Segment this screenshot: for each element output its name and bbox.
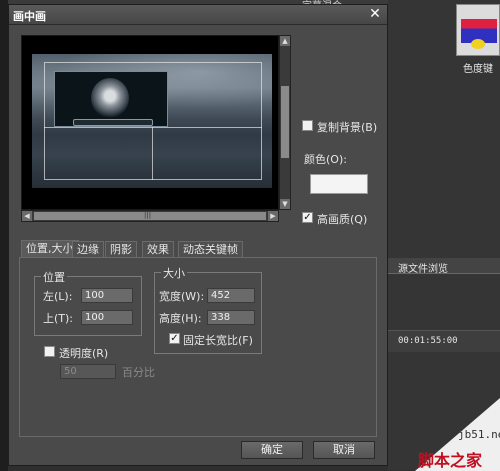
chroma-key-thumbnail[interactable] (456, 4, 500, 56)
tab-position-size[interactable]: 位置,大小 (21, 240, 79, 257)
high-quality-label: 高画质(Q) (317, 213, 368, 226)
background-left-edge (0, 0, 8, 471)
tab-label: 阴影 (110, 243, 132, 256)
pip-dialog: 画中画 ✕ ▲ ▼ ◀ ||| ▶ 复制背景(B) 颜色(O): ✓ 高画质(Q… (8, 4, 388, 466)
horizontal-guide-line (44, 127, 262, 128)
scroll-left-icon[interactable]: ◀ (22, 211, 32, 221)
height-input[interactable]: 338 (207, 310, 255, 325)
tab-label: 效果 (147, 243, 169, 256)
chroma-key-thumbnail-image (461, 19, 497, 49)
tab-panel: 位置 左(L): 100 上(T): 100 大小 宽度(W): 452 高度(… (19, 257, 377, 437)
transparency-label: 透明度(R) (59, 347, 109, 360)
copy-background-checkbox[interactable] (302, 120, 313, 131)
horizontal-scroll-thumb[interactable]: ||| (34, 211, 266, 220)
ok-button[interactable]: 确定 (241, 441, 303, 459)
cancel-button[interactable]: 取消 (313, 441, 375, 459)
tab-label: 动态关键帧 (183, 243, 238, 256)
width-label: 宽度(W): (159, 290, 205, 303)
scroll-up-icon[interactable]: ▲ (280, 36, 290, 46)
color-swatch[interactable] (310, 174, 368, 194)
keep-ratio-checkbox[interactable]: ✓ (169, 333, 180, 344)
left-input[interactable]: 100 (81, 288, 133, 303)
scroll-grip-icon: ||| (144, 211, 152, 219)
scroll-down-icon[interactable]: ▼ (280, 199, 290, 209)
vertical-guide-line (152, 127, 153, 180)
tab-shadow[interactable]: 阴影 (105, 241, 137, 257)
chroma-key-label: 色度键 (463, 64, 493, 75)
size-group: 大小 宽度(W): 452 高度(H): 338 ✓ 固定长宽比(F) (154, 265, 262, 354)
preview-image (32, 54, 272, 188)
keep-ratio-label: 固定长宽比(F) (183, 334, 253, 347)
preview-vertical-scrollbar[interactable]: ▲ ▼ (279, 35, 291, 210)
width-input[interactable]: 452 (207, 288, 255, 303)
preview-horizontal-scrollbar[interactable]: ◀ ||| ▶ (21, 210, 279, 222)
safe-area-guide (44, 62, 262, 180)
tab-effect[interactable]: 效果 (142, 241, 174, 257)
color-label: 颜色(O): (304, 153, 347, 166)
size-group-title: 大小 (161, 265, 187, 281)
height-label: 高度(H): (159, 312, 202, 325)
left-label: 左(L): (43, 290, 73, 303)
high-quality-checkbox[interactable]: ✓ (302, 212, 313, 223)
tab-keyframes[interactable]: 动态关键帧 (178, 241, 243, 257)
transparency-unit: 百分比 (122, 366, 155, 379)
tab-border[interactable]: 边缘 (72, 241, 104, 257)
position-group: 位置 左(L): 100 上(T): 100 (34, 269, 142, 336)
copy-background-label: 复制背景(B) (317, 121, 378, 134)
watermark-url: jb51.net (458, 428, 500, 441)
preview-frame (21, 35, 279, 210)
transparency-checkbox[interactable] (44, 346, 55, 357)
scroll-right-icon[interactable]: ▶ (268, 211, 278, 221)
close-icon[interactable]: ✕ (367, 6, 383, 22)
vertical-scroll-thumb[interactable] (281, 86, 289, 158)
tab-label: 位置,大小 (26, 242, 74, 255)
thumbnail-blob-shape (471, 39, 485, 49)
top-input[interactable]: 100 (81, 310, 133, 325)
source-browser-tab[interactable]: 源文件浏览 (398, 260, 448, 275)
transparency-input[interactable]: 50 (60, 364, 116, 379)
top-label: 上(T): (43, 312, 74, 325)
position-group-title: 位置 (41, 269, 67, 285)
watermark-text: 脚本之家 (418, 451, 483, 470)
dialog-title: 画中画 (13, 10, 46, 23)
timeline-timecode: 00:01:55:00 (398, 336, 458, 346)
tab-label: 边缘 (77, 243, 99, 256)
dialog-titlebar[interactable]: 画中画 ✕ (9, 5, 387, 25)
